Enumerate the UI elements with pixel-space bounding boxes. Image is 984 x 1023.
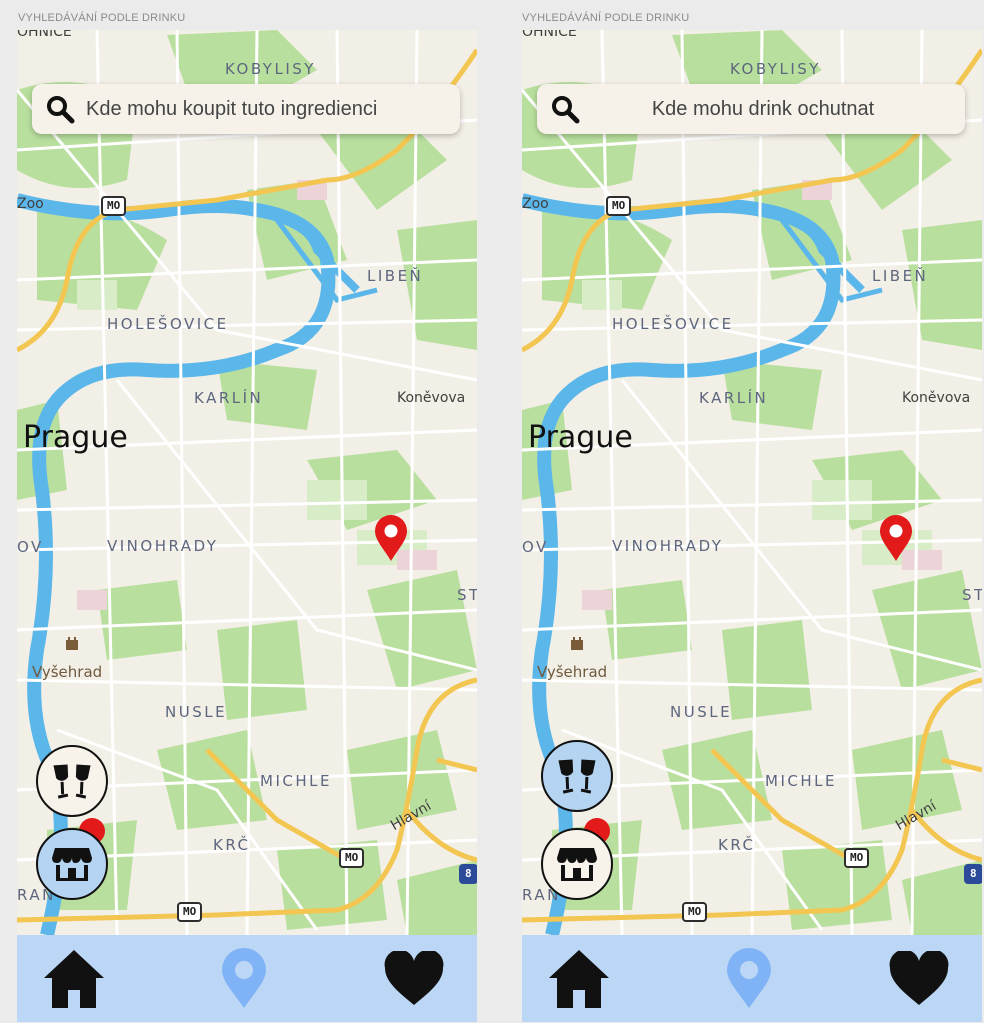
map-label-zoo: Zoo — [17, 196, 44, 212]
castle-icon — [571, 637, 583, 650]
bottom-navigation — [17, 935, 477, 1022]
phone-screen-1: OHNICE KOBYLISY Zoo MO LIBEŇ HOLEŠOVICE … — [17, 30, 477, 1022]
nav-map-button[interactable] — [209, 944, 279, 1014]
road-badge-mo: MO — [177, 902, 203, 922]
map-label-liben: LIBEŇ — [367, 267, 424, 285]
map-label-nusle: NUSLE — [670, 703, 733, 721]
map-label-konevova: Koněvova — [397, 390, 466, 406]
frame-caption: VYHLEDÁVÁNÍ PODLE DRINKU — [522, 12, 690, 24]
shop-filter-button[interactable] — [36, 828, 108, 900]
search-icon — [40, 89, 80, 129]
home-icon — [549, 949, 609, 1008]
map-label-right-cut-st: ST — [457, 586, 477, 604]
store-icon — [52, 848, 92, 881]
map-label-left-cut-ov: OV — [17, 538, 44, 556]
map-pin-icon[interactable] — [373, 514, 409, 562]
map-label-top-cut: OHNICE — [522, 30, 577, 40]
map-label-right-cut-st: ST — [962, 586, 982, 604]
map-label-holesovice: HOLEŠOVICE — [107, 315, 229, 333]
map-pin-icon[interactable] — [878, 514, 914, 562]
castle-icon — [66, 637, 78, 650]
map-label-vinohrady: VINOHRADY — [107, 537, 219, 555]
search-input[interactable] — [591, 97, 935, 121]
heart-icon — [384, 950, 444, 1005]
frame-caption: VYHLEDÁVÁNÍ PODLE DRINKU — [18, 12, 186, 24]
map-label-vysehrad: Vyšehrad — [32, 663, 103, 681]
search-input[interactable] — [86, 97, 460, 121]
road-badge-mo: MO — [682, 902, 708, 922]
store-icon — [557, 848, 597, 881]
nav-home-button[interactable] — [39, 944, 109, 1014]
map-label-liben: LIBEŇ — [872, 267, 929, 285]
map-label-karlin: KARLÍN — [194, 389, 264, 407]
map-label-kobylisy: KOBYLISY — [730, 60, 821, 78]
map-label-vinohrady: VINOHRADY — [612, 537, 724, 555]
search-bar[interactable] — [32, 84, 460, 134]
wine-glasses-icon — [53, 764, 91, 799]
map-label-karlin: KARLÍN — [699, 389, 769, 407]
road-badge-mo: MO — [844, 848, 870, 868]
nav-map-button[interactable] — [714, 944, 784, 1014]
map-label-top-cut: OHNICE — [17, 30, 72, 40]
map-label-michle: MICHLE — [260, 772, 332, 790]
phone-screen-2: OHNICE KOBYLISY Zoo MO LIBEŇ HOLEŠOVICE … — [522, 30, 982, 1022]
map-label-city: Prague — [528, 420, 633, 455]
map-label-krc: KRČ — [718, 836, 756, 854]
map-label-city: Prague — [23, 420, 128, 455]
road-badge-mo: MO — [101, 196, 127, 216]
bottom-navigation — [522, 935, 982, 1022]
road-badge-mo: MO — [606, 196, 632, 216]
nav-favorites-button[interactable] — [884, 944, 954, 1014]
heart-icon — [889, 950, 949, 1005]
shop-filter-button[interactable] — [541, 828, 613, 900]
drinks-filter-button[interactable] — [36, 745, 108, 817]
map-label-vysehrad: Vyšehrad — [537, 663, 608, 681]
nav-favorites-button[interactable] — [379, 944, 449, 1014]
location-pin-icon — [222, 947, 266, 1008]
map-label-krc: KRČ — [213, 836, 251, 854]
map-label-nusle: NUSLE — [165, 703, 228, 721]
search-bar[interactable] — [537, 84, 965, 134]
map-label-zoo: Zoo — [522, 196, 549, 212]
map-label-michle: MICHLE — [765, 772, 837, 790]
road-badge-8: 8 — [964, 864, 982, 884]
road-badge-mo: MO — [339, 848, 365, 868]
map-label-holesovice: HOLEŠOVICE — [612, 315, 734, 333]
road-badge-8: 8 — [459, 864, 477, 884]
wine-glasses-icon — [558, 759, 596, 794]
location-pin-icon — [727, 947, 771, 1008]
map-label-konevova: Koněvova — [902, 390, 971, 406]
home-icon — [44, 949, 104, 1008]
nav-home-button[interactable] — [544, 944, 614, 1014]
map-label-kobylisy: KOBYLISY — [225, 60, 316, 78]
map-label-left-cut-ov: OV — [522, 538, 549, 556]
drinks-filter-button[interactable] — [541, 740, 613, 812]
search-icon — [545, 89, 585, 129]
